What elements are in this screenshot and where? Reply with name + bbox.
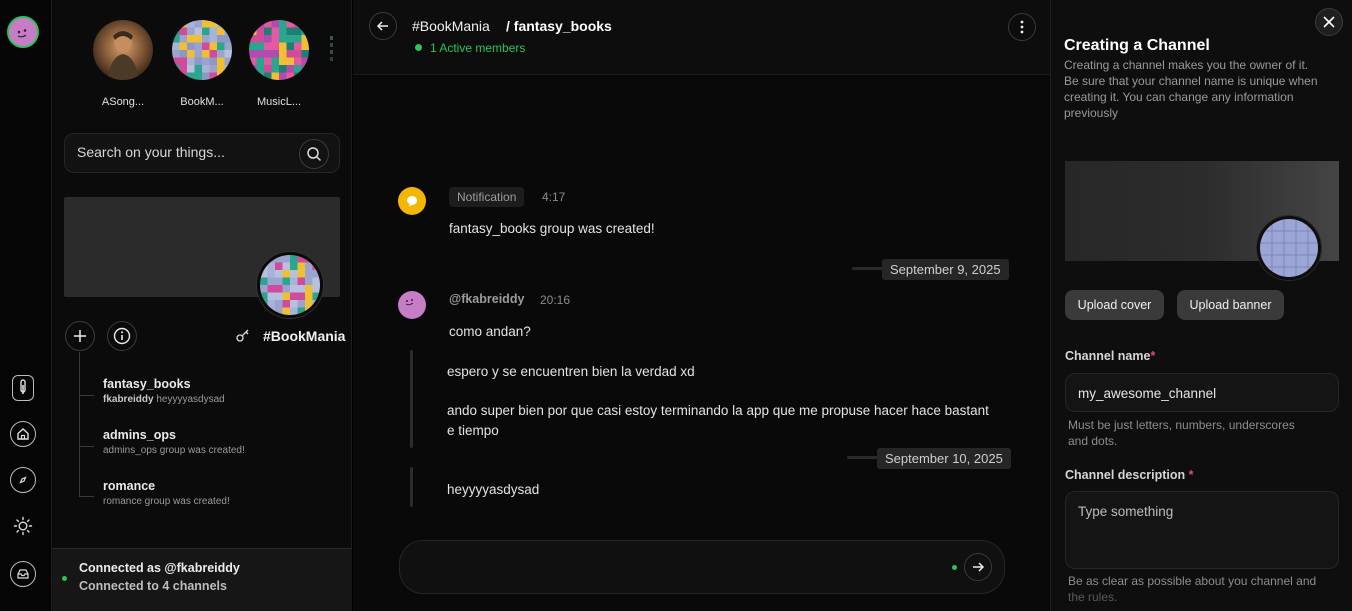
description-placeholder: Type something [1078, 504, 1174, 519]
sun-icon[interactable] [10, 513, 36, 539]
add-channel-button[interactable] [65, 321, 95, 351]
tree-branch [80, 496, 94, 497]
channel-description-label: Channel description * [1065, 468, 1194, 482]
message-time: 20:16 [540, 293, 571, 307]
channel-name-field[interactable]: my_awesome_channel [1065, 373, 1339, 412]
channel-name-label: Channel name* [1065, 349, 1156, 363]
active-dot [415, 44, 422, 51]
inbox-icon[interactable] [10, 561, 36, 587]
story-item[interactable]: ASong... [92, 20, 154, 108]
story-label: BookM... [180, 96, 224, 108]
group-name: #BookMania [263, 328, 346, 344]
connection-status: Connected as @fkabreiddy Connected to 4 … [52, 548, 352, 611]
sidebar: ASong... BookM... MusicL... #BookMania [52, 0, 352, 611]
search-input[interactable] [77, 144, 287, 160]
status-user: Connected as @fkabreiddy [79, 561, 240, 575]
notification-icon [398, 187, 426, 215]
online-dot [62, 576, 67, 581]
story-avatar-asong [93, 20, 153, 80]
active-members: 1 Active members [430, 41, 526, 55]
channel-description-hint: Be as clear as possible about you channe… [1068, 574, 1317, 604]
channel-item-admins-ops[interactable]: admins_ops admins_ops group was created! [103, 428, 245, 456]
channel-name-hint: Must be just letters, numbers, underscor… [1068, 418, 1295, 448]
online-dot [952, 565, 957, 570]
channel-name: admins_ops [103, 428, 176, 442]
story-avatar-musicl [249, 20, 309, 80]
channel-item-fantasy-books[interactable]: fantasy_books fkabreiddy heyyyyasdysad [103, 377, 225, 405]
story-item[interactable]: BookM... [171, 20, 233, 108]
story-avatar-bookmania [172, 20, 232, 80]
channel-name-value: my_awesome_channel [1078, 386, 1217, 401]
message-time: 4:17 [542, 190, 566, 204]
date-chip: September 10, 2025 [877, 448, 1011, 469]
search-icon[interactable] [299, 139, 329, 169]
create-channel-panel: Creating a Channel Creating a channel ma… [1050, 0, 1352, 611]
tree-line [79, 352, 80, 497]
send-button[interactable] [964, 553, 992, 581]
thread-bar [410, 467, 413, 507]
channel-preview: fkabreiddy heyyyyasdysad [103, 394, 225, 405]
message-text: ando super bien por que casi estoy termi… [447, 403, 989, 418]
message-composer[interactable] [399, 540, 1005, 594]
panel-title: Creating a Channel [1064, 37, 1210, 54]
message-text: e tiempo [447, 423, 499, 438]
upload-cover-button[interactable]: Upload cover [1065, 290, 1164, 320]
key-icon [235, 327, 251, 348]
status-channels: Connected to 4 channels [79, 579, 227, 593]
channel-name: romance [103, 479, 156, 493]
chat-group-name: #BookMania [412, 18, 490, 34]
channel-preview: admins_ops group was created! [103, 445, 245, 456]
search-box [64, 133, 340, 173]
message-username[interactable]: @fkabreiddy [449, 292, 524, 306]
compass-icon[interactable] [10, 467, 36, 493]
home-icon[interactable] [10, 421, 36, 447]
upload-banner-button[interactable]: Upload banner [1177, 290, 1284, 320]
date-chip: September 9, 2025 [882, 259, 1009, 280]
chat-area: #BookMania / fantasy_books 1 Active memb… [353, 0, 1050, 611]
info-button[interactable] [107, 321, 137, 351]
thermometer-icon[interactable] [12, 375, 34, 401]
message-text: heyyyyasdysad [447, 482, 540, 497]
message-text: espero y se encuentren bien la verdad xd [447, 364, 695, 379]
message-text: como andan? [449, 324, 531, 339]
chat-header: #BookMania / fantasy_books 1 Active memb… [353, 0, 1050, 75]
back-button[interactable] [369, 12, 397, 40]
tree-branch [80, 446, 94, 447]
panel-description: Creating a channel makes you the owner o… [1064, 58, 1318, 120]
story-label: ASong... [101, 96, 145, 108]
close-icon[interactable] [1315, 8, 1343, 36]
cover-preview [1257, 216, 1321, 280]
nav-rail [0, 0, 52, 611]
group-avatar [257, 252, 323, 318]
message-avatar[interactable] [398, 291, 426, 319]
chat-channel-name: / fantasy_books [506, 18, 612, 34]
more-options-icon[interactable] [1008, 13, 1036, 41]
channel-description-field[interactable]: Type something [1065, 491, 1339, 569]
message-text: fantasy_books group was created! [449, 221, 655, 236]
channel-item-romance[interactable]: romance romance group was created! [103, 479, 230, 507]
story-item[interactable]: MusicL... [248, 20, 310, 108]
channel-name: fantasy_books [103, 377, 191, 391]
channel-preview: romance group was created! [103, 496, 230, 507]
user-avatar[interactable] [7, 16, 39, 48]
story-overflow [328, 34, 338, 64]
story-label: MusicL... [256, 96, 301, 108]
tree-branch [80, 395, 94, 396]
thread-bar [410, 350, 413, 448]
notification-tag: Notification [449, 187, 525, 207]
